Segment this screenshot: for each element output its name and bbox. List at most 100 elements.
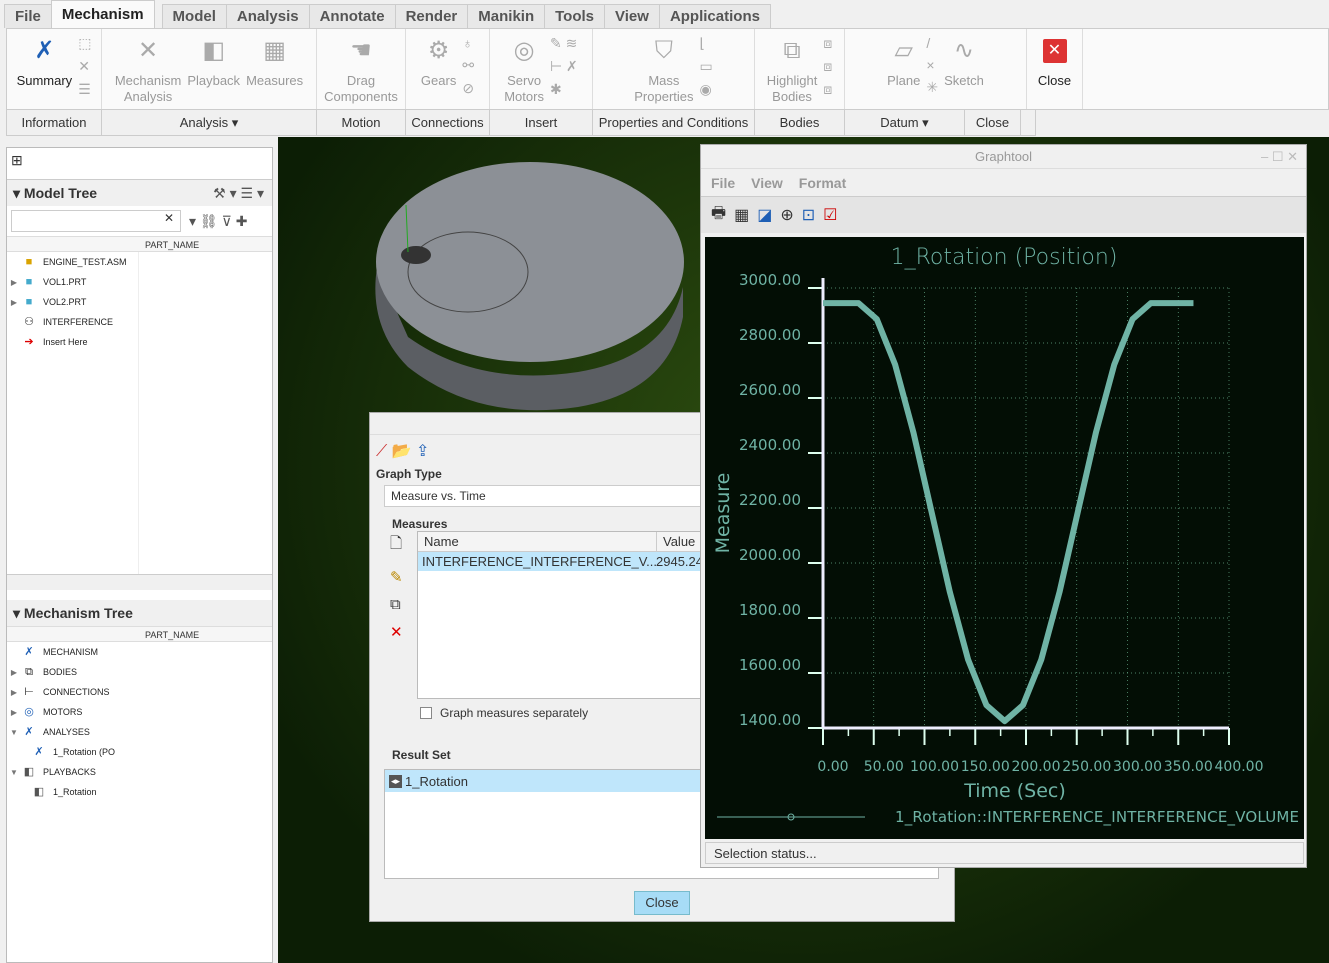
ribbon-tabs: File Mechanism Model Analysis Annotate R… xyxy=(0,0,935,28)
tree-item[interactable]: ▶ ⊢ CONNECTIONS xyxy=(7,682,272,702)
label: 1_Rotation (PO xyxy=(53,747,116,757)
playback-button[interactable]: ◧ Playback xyxy=(187,35,240,89)
tree-item[interactable]: ▶ ⧉ BODIES xyxy=(7,662,272,682)
y-tick-label: 2600.00 xyxy=(739,381,801,399)
tab-analysis[interactable]: Analysis xyxy=(225,4,310,28)
ribbon-group-labels: Information Analysis ▾ Motion Connection… xyxy=(6,110,1036,136)
y-axis-label: Measure xyxy=(712,473,734,554)
refit-icon[interactable]: ⊡ xyxy=(802,205,815,225)
zoom-in-icon[interactable]: ⊕ xyxy=(780,205,793,225)
tree-item[interactable]: ▼ ◧ PLAYBACKS xyxy=(7,762,272,782)
tree-settings-icon[interactable]: ⚒ ▾ ☰ ▾ xyxy=(213,185,264,202)
mass-properties-button[interactable]: ⛉ Mass Properties xyxy=(634,35,693,105)
tree-item[interactable]: ▶ ◎ MOTORS xyxy=(7,702,272,722)
plane-button[interactable]: ▱ Plane xyxy=(887,35,920,89)
x-tick-label: 350.00 xyxy=(1164,759,1213,775)
tree-item[interactable]: ▶ ■ VOL2.PRT xyxy=(7,292,272,312)
column-header[interactable]: PART_NAME xyxy=(7,626,272,642)
tab-tools[interactable]: Tools xyxy=(544,4,606,28)
servo-motors-button[interactable]: ◎ Servo Motors xyxy=(504,35,544,105)
analysis-icon: ✗ xyxy=(34,746,44,758)
plane-icon: ▱ xyxy=(894,37,913,64)
gears-button[interactable]: ⚙ Gears xyxy=(421,35,456,89)
x-tick-label: 100.00 xyxy=(910,759,959,775)
menu-file[interactable]: File xyxy=(711,175,735,191)
measures-button[interactable]: ▦ Measures xyxy=(246,35,303,89)
measure-name: INTERFERENCE_INTERFERENCE_V... xyxy=(422,554,658,569)
highlight-bodies-button[interactable]: ⧉ Highlight Bodies xyxy=(767,35,818,105)
tab-file[interactable]: File xyxy=(4,4,52,28)
export-icon[interactable]: ⇪ xyxy=(416,443,429,460)
graph-area[interactable]: 1_Rotation (Position) 1400.00 1600.00 1800.… xyxy=(705,237,1304,839)
label: Mechanism xyxy=(114,73,182,88)
ribbon: ✗ Summary ⬚ ✕ ☰ ✕ Mechanism Analysis ◧ Playbac… xyxy=(6,28,1329,110)
dialog-close-button[interactable]: Close xyxy=(634,891,690,915)
tree-item[interactable]: ■ ENGINE_TEST.ASM xyxy=(7,252,272,272)
column-name[interactable]: Name xyxy=(418,532,656,551)
format-icon[interactable]: ◪ xyxy=(757,205,772,225)
tree-item[interactable]: ◧ 1_Rotation xyxy=(7,782,272,802)
copy-icon[interactable]: ⧉ xyxy=(390,596,403,613)
window-controls-icon[interactable]: ‒ ☐ ✕ xyxy=(1261,145,1298,169)
horizontal-scrollbar[interactable] xyxy=(7,574,272,590)
x-tick-label: 300.00 xyxy=(1113,759,1162,775)
menu-view[interactable]: View xyxy=(751,175,783,191)
graph-separately-checkbox[interactable]: Graph measures separately xyxy=(420,706,588,720)
tree-item[interactable]: ⚇ INTERFERENCE xyxy=(7,312,272,332)
tree-item[interactable]: ▼ ✗ ANALYSES xyxy=(7,722,272,742)
export-icon[interactable]: ☑ xyxy=(823,205,837,225)
info-small-icons[interactable]: ⬚ ✕ ☰ xyxy=(78,35,91,98)
grid-icon[interactable]: ▦ xyxy=(734,205,749,225)
x-tick-label: 0.00 xyxy=(817,759,848,775)
tab-mechanism[interactable]: Mechanism xyxy=(50,0,155,28)
label: Insert Here xyxy=(43,337,88,347)
chart: 1_Rotation (Position) 1400.00 1600.00 1800.… xyxy=(712,245,1299,827)
summary-button[interactable]: ✗ Summary xyxy=(17,35,73,89)
mechanism-tree-header[interactable]: ▾ Mechanism Tree xyxy=(7,600,272,626)
column-header[interactable]: PART_NAME xyxy=(7,236,272,252)
x-tick-label: 250.00 xyxy=(1062,759,1111,775)
print-icon[interactable]: 🖶 xyxy=(711,202,726,229)
group-datum[interactable]: Datum ▾ xyxy=(845,110,965,135)
model-tree-header[interactable]: ▾ Model Tree ⚒ ▾ ☰ ▾ xyxy=(7,180,272,206)
tab-view[interactable]: View xyxy=(604,4,660,28)
tree-tab[interactable]: ⊞ xyxy=(7,148,272,180)
column-value[interactable]: Value xyxy=(656,532,695,551)
delete-icon[interactable]: ✕ xyxy=(390,623,403,641)
tab-applications[interactable]: Applications xyxy=(658,4,771,28)
drag-components-button[interactable]: ☚ Drag Components xyxy=(324,35,398,105)
group-analysis[interactable]: Analysis ▾ xyxy=(102,110,317,135)
arrow-icon: ➔ xyxy=(24,336,34,348)
playbacks-icon: ◧ xyxy=(23,766,35,778)
result-set-label: Result Set xyxy=(392,748,451,762)
graph-toolbar: 🖶 ▦ ◪ ⊕ ⊡ ☑ xyxy=(701,197,1306,233)
graph-icon[interactable]: ⟋ xyxy=(376,443,387,460)
sketch-icon: ∿ xyxy=(953,37,975,64)
filter-icon[interactable]: ▾ ⛓ ⊽ ✚ xyxy=(189,213,247,230)
sketch-button[interactable]: ∿ Sketch xyxy=(944,35,984,89)
close-button[interactable]: ✕ Close xyxy=(1038,35,1071,89)
menu-format[interactable]: Format xyxy=(799,175,846,191)
tab-render[interactable]: Render xyxy=(394,4,469,28)
label: Motors xyxy=(504,89,544,104)
mechanism-analysis-button[interactable]: ✕ Mechanism Analysis xyxy=(115,35,181,105)
tree-item[interactable]: ✗ 1_Rotation (PO xyxy=(7,742,272,762)
insert-small-icons[interactable]: ✎ ≋ ⊢ ✗ ✱ xyxy=(550,35,578,98)
new-icon[interactable]: 🗋 xyxy=(390,533,403,558)
tree-item[interactable]: ▶ ■ VOL1.PRT xyxy=(7,272,272,292)
label: Close xyxy=(1037,73,1072,88)
label: 1_Rotation xyxy=(405,773,468,789)
gear-icon: ⚙ xyxy=(427,37,450,64)
connection-small-icons[interactable]: ♁ ⚯ ⊘ xyxy=(462,35,474,97)
tab-model[interactable]: Model xyxy=(161,4,227,28)
edit-pencil-icon[interactable]: ✎ xyxy=(390,568,403,586)
tab-annotate[interactable]: Annotate xyxy=(308,4,396,28)
tree-item[interactable]: ✗ MECHANISM xyxy=(7,642,272,662)
open-folder-icon[interactable]: 📂 xyxy=(392,443,412,460)
bodies-small-icons[interactable]: ⧈ ⧈ ⧈ xyxy=(823,35,832,98)
tree-search-input[interactable]: ✕ xyxy=(11,210,181,232)
tab-manikin[interactable]: Manikin xyxy=(467,4,546,28)
properties-small-icons[interactable]: ⌊ ▭ ◉ xyxy=(700,35,713,98)
datum-small-icons[interactable]: / × ✳ xyxy=(926,35,938,96)
tree-item[interactable]: ➔ Insert Here xyxy=(7,332,272,352)
